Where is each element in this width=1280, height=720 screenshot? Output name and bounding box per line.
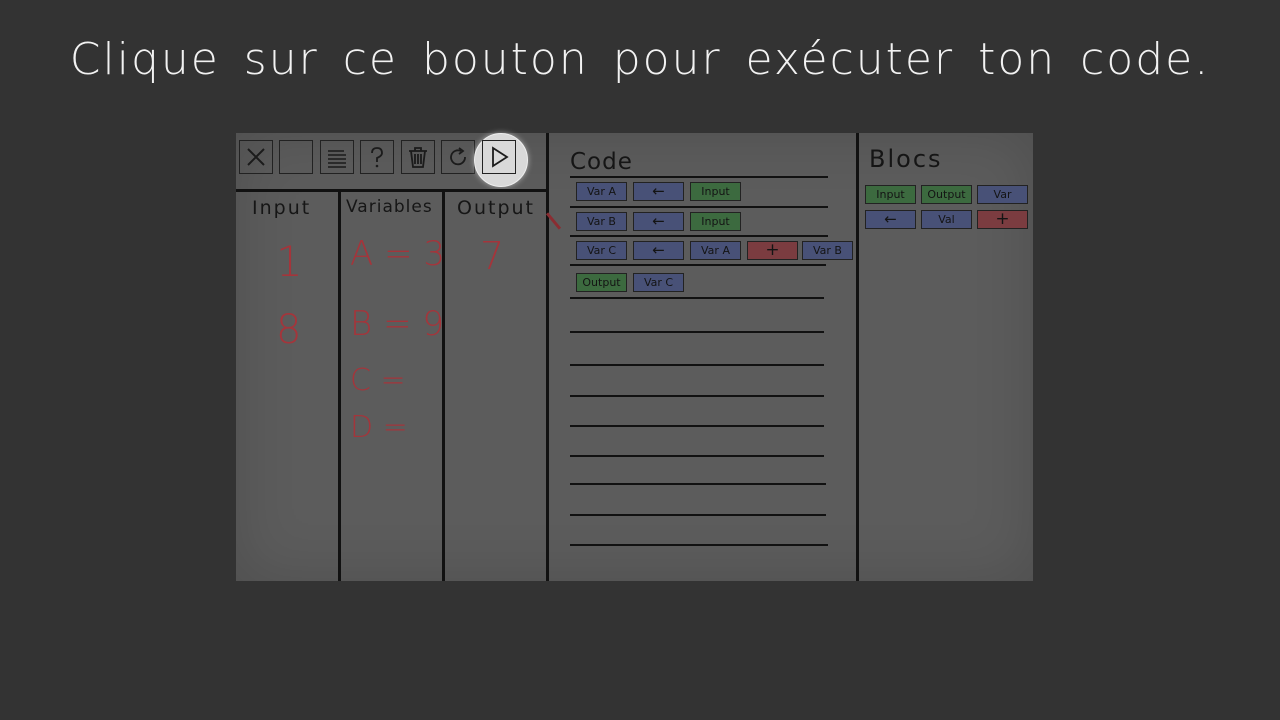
code-line-rule: [570, 206, 828, 208]
tutorial-message: Clique sur ce bouton pour exécuter ton c…: [69, 34, 1211, 85]
code-block-input[interactable]: Input: [690, 212, 741, 231]
blocs-title: Blocs: [869, 145, 943, 173]
help-button[interactable]: [360, 140, 394, 174]
code-title: Code: [570, 149, 633, 175]
code-block-output[interactable]: Output: [576, 273, 627, 292]
panel-divider: [546, 133, 549, 581]
variables-column-title: Variables: [346, 197, 433, 217]
output-column-title: Output: [457, 197, 535, 219]
palette-block-output[interactable]: Output: [921, 185, 972, 204]
palette-block-plus[interactable]: +: [977, 210, 1028, 229]
trash-button[interactable]: [401, 140, 435, 174]
code-line-rule: [570, 544, 828, 546]
toolbar-divider: [236, 189, 548, 192]
input-value: 8: [276, 307, 302, 353]
code-line-rule: [570, 297, 824, 299]
code-line-rule: [570, 455, 824, 457]
code-line-rule: [570, 176, 828, 178]
variable-value: B = 9: [350, 304, 444, 344]
code-line-rule: [570, 514, 826, 516]
palette-block-val[interactable]: Val: [921, 210, 972, 229]
code-line-rule: [570, 395, 824, 397]
output-value: 7: [480, 234, 505, 278]
code-block-assign[interactable]: ←: [633, 182, 684, 201]
code-block-var[interactable]: Var A: [576, 182, 627, 201]
code-block-input[interactable]: Input: [690, 182, 741, 201]
list-icon: [328, 150, 346, 168]
close-icon: [247, 148, 265, 166]
toolbar: [236, 133, 548, 189]
code-block-var[interactable]: Var C: [576, 241, 627, 260]
code-block-var[interactable]: Var C: [633, 273, 684, 292]
code-block-assign[interactable]: ←: [633, 212, 684, 231]
reset-button[interactable]: [441, 140, 475, 174]
close-button[interactable]: [239, 140, 273, 174]
list-button[interactable]: [320, 140, 354, 174]
code-line-rule: [570, 364, 824, 366]
code-block-plus[interactable]: +: [747, 241, 798, 260]
input-column-title: Input: [252, 197, 312, 219]
code-block-assign[interactable]: ←: [633, 241, 684, 260]
run-button[interactable]: [482, 140, 516, 174]
column-divider: [338, 192, 341, 581]
trash-icon: [409, 147, 427, 168]
code-line-rule: [570, 425, 824, 427]
variable-value: C =: [350, 363, 406, 398]
code-line-rule: [570, 331, 824, 333]
empty-button[interactable]: [279, 140, 313, 174]
help-icon: [371, 147, 383, 168]
game-board: Input Variables Output 1 8 A = 3 B = 9 C…: [236, 133, 1033, 581]
reset-icon: [450, 147, 466, 166]
code-line-rule: [570, 483, 826, 485]
variable-value: A = 3: [350, 234, 445, 274]
palette-block-var[interactable]: Var: [977, 185, 1028, 204]
code-line-rule: [570, 235, 828, 237]
panel-divider: [856, 133, 859, 581]
code-block-var[interactable]: Var A: [690, 241, 741, 260]
palette-block-assign[interactable]: ←: [865, 210, 916, 229]
palette-block-input[interactable]: Input: [865, 185, 916, 204]
code-line-rule: [570, 264, 826, 266]
play-icon: [492, 146, 509, 168]
code-block-var[interactable]: Var B: [576, 212, 627, 231]
variable-value: D =: [350, 410, 408, 445]
input-value: 1: [276, 237, 303, 286]
code-block-var[interactable]: Var B: [802, 241, 853, 260]
